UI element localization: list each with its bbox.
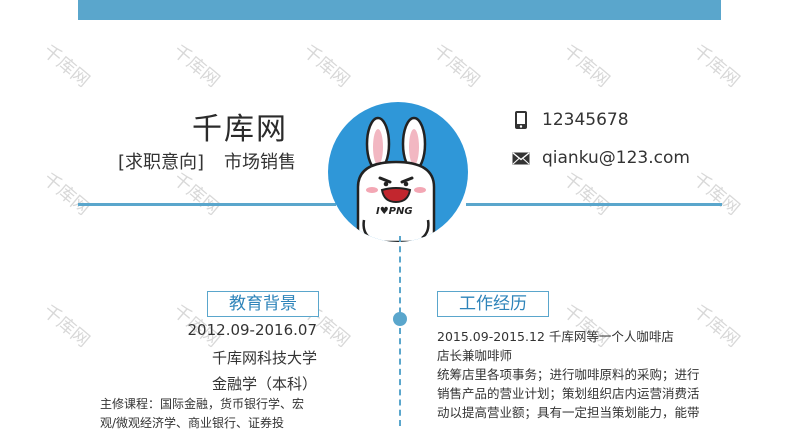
education-major: 金融学（本科）	[211, 375, 317, 393]
education-school: 千库网科技大学	[211, 349, 317, 367]
watermark: 千库网	[558, 40, 614, 92]
watermark: 千库网	[38, 168, 94, 220]
phone-icon	[512, 111, 530, 129]
phone-contact: 12345678	[512, 110, 629, 130]
watermark: 千库网	[38, 40, 94, 92]
phone-number: 12345678	[542, 110, 629, 130]
watermark: 千库网	[298, 40, 354, 92]
job-intent-label: [求职意向]	[118, 152, 205, 173]
watermark: 千库网	[688, 168, 744, 220]
education-title: 教育背景	[207, 291, 319, 317]
divider-left	[78, 203, 336, 206]
work-date-company: 2015.09-2015.12 千库网等一个人咖啡店	[437, 329, 674, 344]
avatar: I♥PNG	[328, 102, 468, 242]
email-contact: qianku@123.com	[512, 148, 690, 168]
watermark: 千库网	[428, 40, 484, 92]
avatar-badge-text: I♥PNG	[376, 206, 413, 217]
work-position: 店长兼咖啡师	[437, 348, 513, 363]
work-description: 统筹店里各项事务；进行咖啡原料的采购；进行销售产品的营业计划；策划组织店内运营消…	[437, 367, 700, 420]
watermark: 千库网	[168, 40, 224, 92]
job-intent: [求职意向] 市场销售	[118, 148, 296, 174]
timeline-dot	[393, 312, 407, 326]
top-accent-band	[78, 0, 721, 20]
job-intent-role: 市场销售	[224, 152, 297, 173]
work-title: 工作经历	[437, 291, 549, 317]
watermark: 千库网	[38, 300, 94, 352]
timeline-line	[399, 236, 401, 426]
email-address: qianku@123.com	[542, 148, 690, 168]
education-date: 2012.09-2016.07	[187, 321, 317, 339]
candidate-name: 千库网	[192, 112, 288, 147]
watermark: 千库网	[688, 40, 744, 92]
divider-right	[466, 203, 722, 206]
watermark: 千库网	[558, 168, 614, 220]
envelope-icon	[512, 149, 530, 167]
bunny-mascot-icon	[356, 116, 436, 242]
education-courses: 主修课程：国际金融，货币银行学、宏观/微观经济学、商业银行、证券投	[100, 397, 305, 430]
